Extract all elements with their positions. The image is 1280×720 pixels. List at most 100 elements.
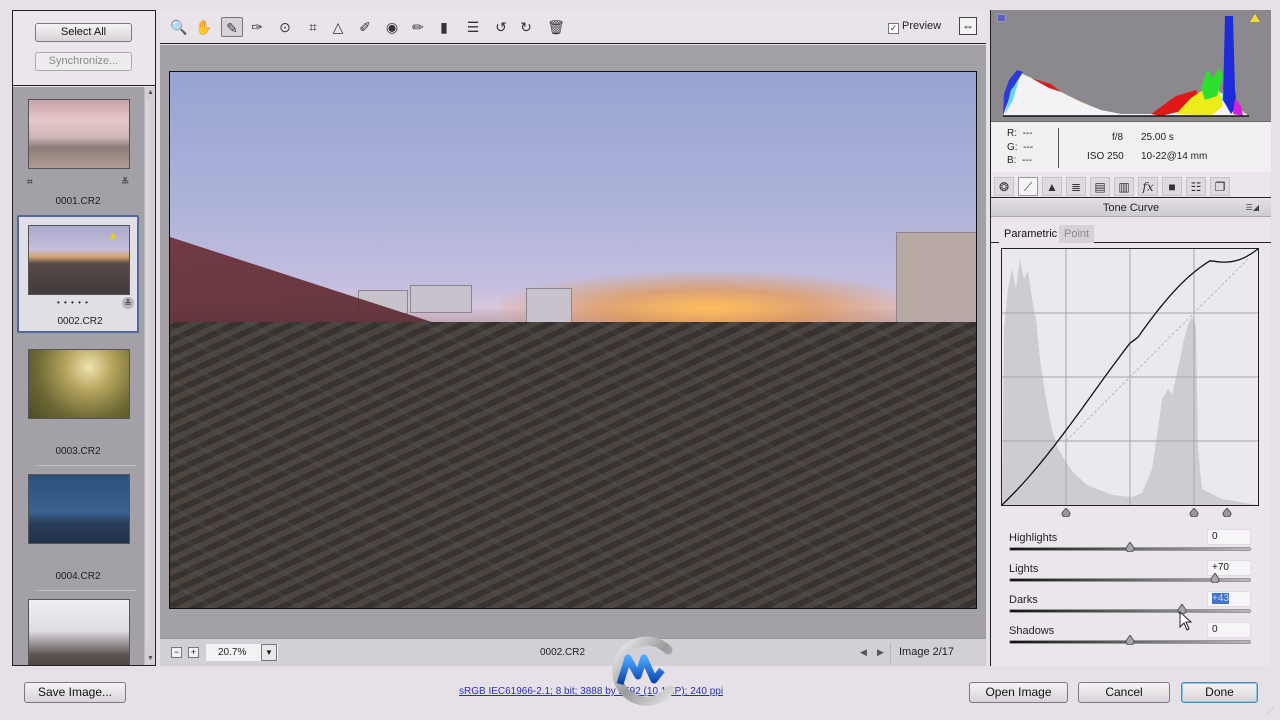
red-eye-tool-icon[interactable]: ◉ <box>381 17 403 37</box>
split-handle-midtones-icon[interactable] <box>1189 508 1199 517</box>
divider <box>1058 128 1059 168</box>
hsl-tab-icon[interactable]: ≣ <box>1066 177 1086 196</box>
highlights-label: Highlights <box>1009 532 1058 544</box>
zoom-out-button[interactable]: − <box>171 647 182 658</box>
shadows-value-field[interactable]: 0 <box>1207 622 1251 638</box>
crop-icon: ⌗ <box>27 177 33 188</box>
filmstrip-item-selected[interactable]: ▲ • • • • • ≚ 0002.CR2 <box>17 215 139 333</box>
color-sampler-tool-icon[interactable]: ✑ <box>246 17 268 37</box>
crop-tool-icon[interactable]: ⌗ <box>302 17 324 37</box>
tone-curve-tab-icon[interactable]: ⟋ <box>1018 177 1038 196</box>
highlights-value-field[interactable]: 0 <box>1207 529 1251 545</box>
divider <box>890 642 891 664</box>
next-image-icon[interactable]: ▶ <box>877 647 884 658</box>
synchronize-button[interactable]: Synchronize... <box>35 52 132 71</box>
lights-slider-thumb[interactable] <box>1210 573 1220 583</box>
filmstrip-item[interactable]: 0004.CR2 <box>17 468 139 586</box>
adjustment-brush-icon[interactable]: ✏ <box>407 17 429 37</box>
targeted-adjustment-tool-icon[interactable]: ⊙ <box>274 17 296 37</box>
zoom-in-button[interactable]: + <box>188 647 199 658</box>
scroll-up-icon[interactable]: ▲ <box>146 88 155 98</box>
thumbnail-filename: 0001.CR2 <box>55 196 101 207</box>
lights-slider-row: Lights +70 <box>1009 560 1253 593</box>
divider <box>37 590 137 591</box>
split-handle-highlights-icon[interactable] <box>1222 508 1232 517</box>
filmstrip-item[interactable]: ⌗ ≚ 0001.CR2 <box>17 93 139 211</box>
workflow-options-link[interactable]: sRGB IEC61966-2.1; 8 bit; 3888 by 2592 (… <box>459 686 723 697</box>
curve-mode-tabs: Parametric Point <box>991 223 1271 243</box>
spot-removal-tool-icon[interactable]: ✐ <box>354 17 376 37</box>
effects-tab-icon[interactable]: fx <box>1138 177 1158 196</box>
image-counter: Image 2/17 <box>899 646 955 658</box>
darks-slider-row: Darks +43 <box>1009 591 1253 624</box>
split-handle-shadows-icon[interactable] <box>1061 508 1071 517</box>
g-readout: G: --- <box>1007 142 1034 153</box>
camera-calibration-tab-icon[interactable]: ■ <box>1162 177 1182 196</box>
darks-value-field[interactable]: +43 <box>1207 591 1251 607</box>
thumbnail-image[interactable] <box>28 99 130 169</box>
resize-grip-icon[interactable]: ⋰ <box>1266 706 1274 715</box>
thumbnail-filename: 0003.CR2 <box>55 446 101 457</box>
rotate-ccw-icon[interactable]: ↺ <box>490 17 512 37</box>
darks-slider-track[interactable] <box>1009 609 1251 613</box>
toolbar: 🔍 ✋ ✎ ✑ ⊙ ⌗ △ ✐ ◉ ✏ ▮ ☰ ↺ ↻ 🗑 ✓ Preview ⇔ <box>160 10 986 44</box>
rating-dots[interactable]: • • • • • <box>57 298 89 307</box>
shadows-slider-row: Shadows 0 <box>1009 622 1253 655</box>
done-button[interactable]: Done <box>1181 682 1258 703</box>
preview-checkbox[interactable]: ✓ Preview <box>888 20 941 34</box>
checkbox-checked-icon[interactable]: ✓ <box>888 23 899 34</box>
status-bar: − + 20.7% ▼ 0002.CR2 ◀ ▶ Image 2/17 <box>160 638 986 666</box>
tone-curve-graph[interactable] <box>1001 248 1259 506</box>
panel-menu-icon[interactable]: ☰◢ <box>1246 199 1259 217</box>
zoom-tool-icon[interactable]: 🔍 <box>168 17 190 37</box>
photo-building <box>410 285 472 313</box>
highlights-slider-thumb[interactable] <box>1125 542 1135 552</box>
basic-tab-icon[interactable]: ❂ <box>994 177 1014 196</box>
detail-tab-icon[interactable]: ▲ <box>1042 177 1062 196</box>
presets-tab-icon[interactable]: ☷ <box>1186 177 1206 196</box>
trash-icon[interactable]: 🗑 <box>545 17 567 37</box>
filmstrip-panel: Select All Synchronize... ⌗ ≚ 0001.CR2 ▲… <box>12 10 156 666</box>
graduated-filter-icon[interactable]: ▮ <box>433 17 455 37</box>
shadow-clipping-toggle-icon[interactable] <box>997 14 1006 22</box>
filmstrip-item[interactable] <box>17 593 139 665</box>
split-toning-tab-icon[interactable]: ▤ <box>1090 177 1110 196</box>
adjustments-panel: R: --- G: --- B: --- f/8 25.00 s ISO 250… <box>990 10 1271 666</box>
photo-preview[interactable] <box>169 71 977 609</box>
white-balance-tool-icon[interactable]: ✎ <box>221 17 243 37</box>
filmstrip-header: Select All Synchronize... <box>13 11 155 86</box>
adjustments-icon: ≚ <box>122 297 134 309</box>
rotate-cw-icon[interactable]: ↻ <box>515 17 537 37</box>
highlight-clipping-toggle-icon[interactable] <box>1250 14 1260 22</box>
snapshots-tab-icon[interactable]: ❐ <box>1210 177 1230 196</box>
straighten-tool-icon[interactable]: △ <box>327 17 349 37</box>
thumbnail-image[interactable] <box>28 599 130 665</box>
cancel-button[interactable]: Cancel <box>1078 682 1170 703</box>
fullscreen-toggle-icon[interactable]: ⇔ <box>959 17 977 35</box>
zoom-dropdown-chevron-icon[interactable]: ▼ <box>261 644 277 661</box>
shutter-speed: 25.00 s <box>1141 132 1174 143</box>
filmstrip-item[interactable]: 0003.CR2 <box>17 343 139 461</box>
previous-image-icon[interactable]: ◀ <box>860 647 867 658</box>
shadows-slider-thumb[interactable] <box>1125 635 1135 645</box>
tab-parametric[interactable]: Parametric <box>999 225 1063 243</box>
save-image-button[interactable]: Save Image... <box>24 682 126 703</box>
histogram-graph <box>1003 16 1249 117</box>
select-all-button[interactable]: Select All <box>35 23 132 42</box>
scrollbar-thumb[interactable] <box>146 101 154 641</box>
tone-curve-svg[interactable] <box>1002 249 1258 505</box>
darks-label: Darks <box>1009 594 1038 606</box>
preview-canvas[interactable] <box>160 45 986 638</box>
thumbnail-image[interactable] <box>28 474 130 544</box>
open-image-button[interactable]: Open Image <box>969 682 1068 703</box>
preferences-icon[interactable]: ☰ <box>462 17 484 37</box>
thumbnail-image[interactable] <box>28 349 130 419</box>
hand-tool-icon[interactable]: ✋ <box>193 17 215 37</box>
filmstrip-scrollbar[interactable]: ▲ ▼ <box>144 87 155 665</box>
thumbnail-filename: 0004.CR2 <box>55 571 101 582</box>
iso: ISO 250 <box>1087 151 1124 162</box>
lens-corrections-tab-icon[interactable]: ▥ <box>1114 177 1134 196</box>
tab-point[interactable]: Point <box>1059 225 1095 243</box>
scroll-down-icon[interactable]: ▼ <box>146 654 155 664</box>
lights-label: Lights <box>1009 563 1039 575</box>
